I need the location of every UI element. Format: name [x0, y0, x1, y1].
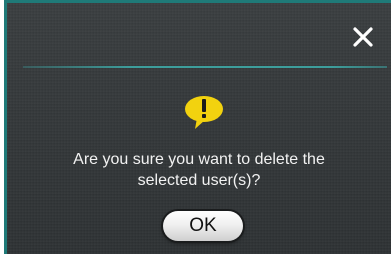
confirmation-message: Are you sure you want to delete the sele… [17, 149, 381, 191]
confirm-delete-dialog: Are you sure you want to delete the sele… [4, 0, 391, 254]
exclamation-speech-bubble-icon [183, 94, 225, 134]
ok-button[interactable]: OK [163, 211, 243, 241]
message-line-1: Are you sure you want to delete the [73, 151, 325, 168]
close-button[interactable] [351, 25, 375, 49]
header-divider [23, 66, 387, 68]
message-line-2: selected user(s)? [137, 172, 261, 189]
close-icon [353, 27, 373, 47]
